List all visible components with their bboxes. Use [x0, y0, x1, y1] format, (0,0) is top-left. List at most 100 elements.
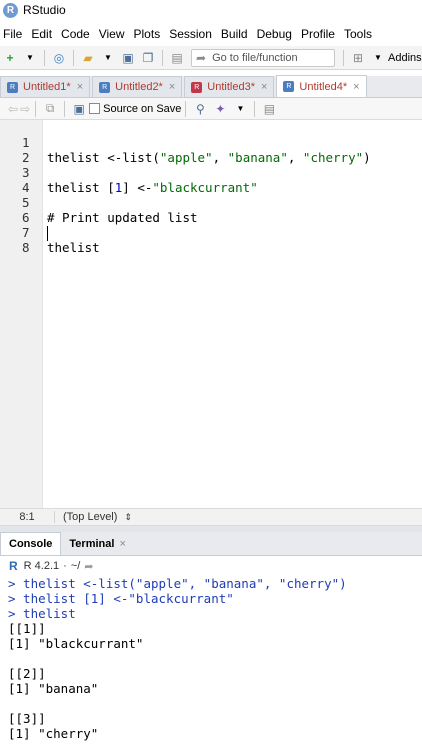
tab-console-label: Console — [9, 538, 53, 550]
editor-status-bar: 8:1 (Top Level) ⇕ — [0, 508, 422, 526]
open-file-icon[interactable]: ▰ — [80, 50, 96, 66]
menu-debug[interactable]: Debug — [254, 27, 298, 41]
rstudio-logo-icon: R — [3, 2, 18, 18]
dropdown-arrow-icon[interactable]: ▼ — [22, 50, 38, 66]
compile-report-icon[interactable]: ▤ — [261, 101, 277, 117]
editor-toolbar: ⇦ ⇨ ⧉ ▣ Source on Save ⚲ ✦ ▼ ▤ — [0, 98, 422, 120]
go-to-file-input[interactable]: ➦ Go to file/function — [191, 48, 335, 67]
close-icon[interactable]: × — [169, 81, 175, 93]
console-output-line: [1] "cherry" — [8, 726, 99, 741]
toolbar-divider — [44, 49, 45, 66]
code-line: 5 # Print updated list — [0, 180, 422, 225]
console-output-line: [1] "blackcurrant" — [8, 636, 144, 651]
toolbar-divider — [185, 100, 187, 117]
toolbar-divider — [162, 49, 163, 66]
window-titlebar: R RStudio — [0, 0, 422, 20]
working-directory: ~/ — [70, 560, 81, 572]
code-line: 1 thelist <-list("apple", "banana", "che… — [0, 120, 422, 165]
tab-untitled4[interactable]: R Untitled4* × — [276, 75, 367, 97]
console-output-line: [1] "banana" — [8, 681, 99, 696]
tab-label: Untitled2* — [115, 81, 163, 93]
toolbar-divider — [64, 100, 66, 117]
code-line: 2 — [0, 135, 422, 165]
scope-selector[interactable]: (Top Level) ⇕ — [55, 511, 132, 523]
menu-tools[interactable]: Tools — [341, 27, 378, 41]
tab-label: Untitled1* — [23, 81, 71, 93]
code-line: 3 thelist [1] <-"blackcurrant" — [0, 150, 422, 195]
tab-untitled2[interactable]: R Untitled2* × — [92, 76, 183, 97]
grid-layout-icon[interactable]: ⊞ — [350, 50, 366, 66]
menu-plots[interactable]: Plots — [131, 27, 167, 41]
print-icon[interactable]: ▤ — [169, 50, 185, 66]
console-output[interactable]: > thelist <-list("apple", "banana", "che… — [0, 576, 422, 751]
console-input-line: > thelist — [8, 606, 76, 621]
addins-button[interactable]: Addins — [388, 52, 422, 64]
dropdown-arrow-icon[interactable]: ▼ — [370, 50, 386, 66]
new-file-icon[interactable]: + — [2, 50, 18, 66]
code-line: 4 — [0, 165, 422, 195]
source-on-save-checkbox[interactable] — [89, 103, 101, 114]
up-down-arrows-icon: ⇕ — [124, 512, 133, 522]
r-file-icon: R — [283, 81, 295, 92]
back-arrow-icon[interactable]: ⇦ — [8, 102, 18, 116]
menu-edit[interactable]: Edit — [28, 27, 58, 41]
main-toolbar: + ▼ ◎ ▰ ▼ ▣ ❐ ▤ ➦ Go to file/function ⊞ … — [0, 46, 422, 70]
dropdown-arrow-icon[interactable]: ▼ — [232, 101, 248, 117]
tab-terminal[interactable]: Terminal × — [61, 532, 133, 555]
tab-label: Untitled4* — [299, 80, 348, 93]
search-icon[interactable]: ⚲ — [192, 101, 208, 117]
line-number: 8 — [22, 240, 30, 255]
save-icon[interactable]: ▣ — [71, 101, 87, 117]
toolbar-divider — [343, 49, 344, 66]
window-title: RStudio — [23, 3, 66, 17]
separator-dot: · — [63, 560, 67, 572]
text-cursor — [47, 226, 48, 241]
code-editor[interactable]: 1 thelist <-list("apple", "banana", "che… — [0, 120, 422, 508]
code-line: 6 — [0, 195, 422, 225]
scope-label: (Top Level) — [63, 511, 118, 523]
dropdown-arrow-icon[interactable]: ▼ — [100, 50, 116, 66]
forward-arrow-icon[interactable]: ⇨ — [20, 102, 30, 116]
source-on-save-toggle[interactable]: Source on Save — [89, 103, 181, 115]
tab-untitled1[interactable]: R Untitled1* × — [0, 76, 91, 97]
toolbar-divider — [254, 100, 256, 117]
rmd-file-icon: R — [191, 81, 203, 93]
close-icon[interactable]: × — [119, 538, 125, 550]
close-icon[interactable]: × — [77, 81, 83, 93]
tab-label: Untitled3* — [207, 81, 255, 93]
code-line: 8 — [0, 225, 422, 255]
tab-terminal-label: Terminal — [69, 537, 115, 550]
close-icon[interactable]: × — [353, 81, 359, 93]
menu-bar: File Edit Code View Plots Session Build … — [0, 22, 422, 46]
menu-view[interactable]: View — [96, 27, 131, 41]
r-logo-icon: R — [9, 559, 18, 573]
magic-wand-icon[interactable]: ✦ — [212, 101, 228, 117]
source-tab-bar: R Untitled1* × R Untitled2* × R Untitled… — [0, 75, 422, 98]
menu-build[interactable]: Build — [218, 27, 254, 41]
r-version: R 4.2.1 — [23, 560, 60, 572]
code-line: 7 thelist — [0, 210, 422, 255]
console-output-line: [[1]] — [8, 621, 46, 636]
menu-file[interactable]: File — [0, 27, 28, 41]
r-file-icon: R — [7, 81, 18, 93]
toolbar-divider — [73, 49, 74, 66]
tab-console[interactable]: Console — [0, 532, 62, 555]
go-to-directory-icon[interactable]: ➦ — [84, 560, 93, 573]
goto-arrow-icon: ➦ — [196, 50, 207, 65]
menu-profile[interactable]: Profile — [298, 27, 341, 41]
tab-untitled3[interactable]: R Untitled3* × — [184, 76, 275, 97]
show-in-window-icon[interactable]: ⧉ — [42, 101, 58, 117]
menu-session[interactable]: Session — [166, 27, 218, 41]
close-icon[interactable]: × — [261, 81, 267, 93]
menu-code[interactable]: Code — [58, 27, 96, 41]
source-on-save-label: Source on Save — [103, 102, 182, 115]
console-tab-bar: Console Terminal × — [0, 532, 422, 556]
toolbar-divider — [35, 100, 37, 117]
r-file-icon: R — [99, 81, 111, 93]
new-project-icon[interactable]: ◎ — [51, 50, 67, 66]
save-icon[interactable]: ▣ — [120, 50, 136, 66]
go-to-file-placeholder: Go to file/function — [212, 51, 298, 64]
console-input-line: > thelist <-list("apple", "banana", "che… — [8, 576, 347, 591]
save-all-icon[interactable]: ❐ — [140, 50, 156, 66]
console-output-line: [[3]] — [8, 711, 46, 726]
